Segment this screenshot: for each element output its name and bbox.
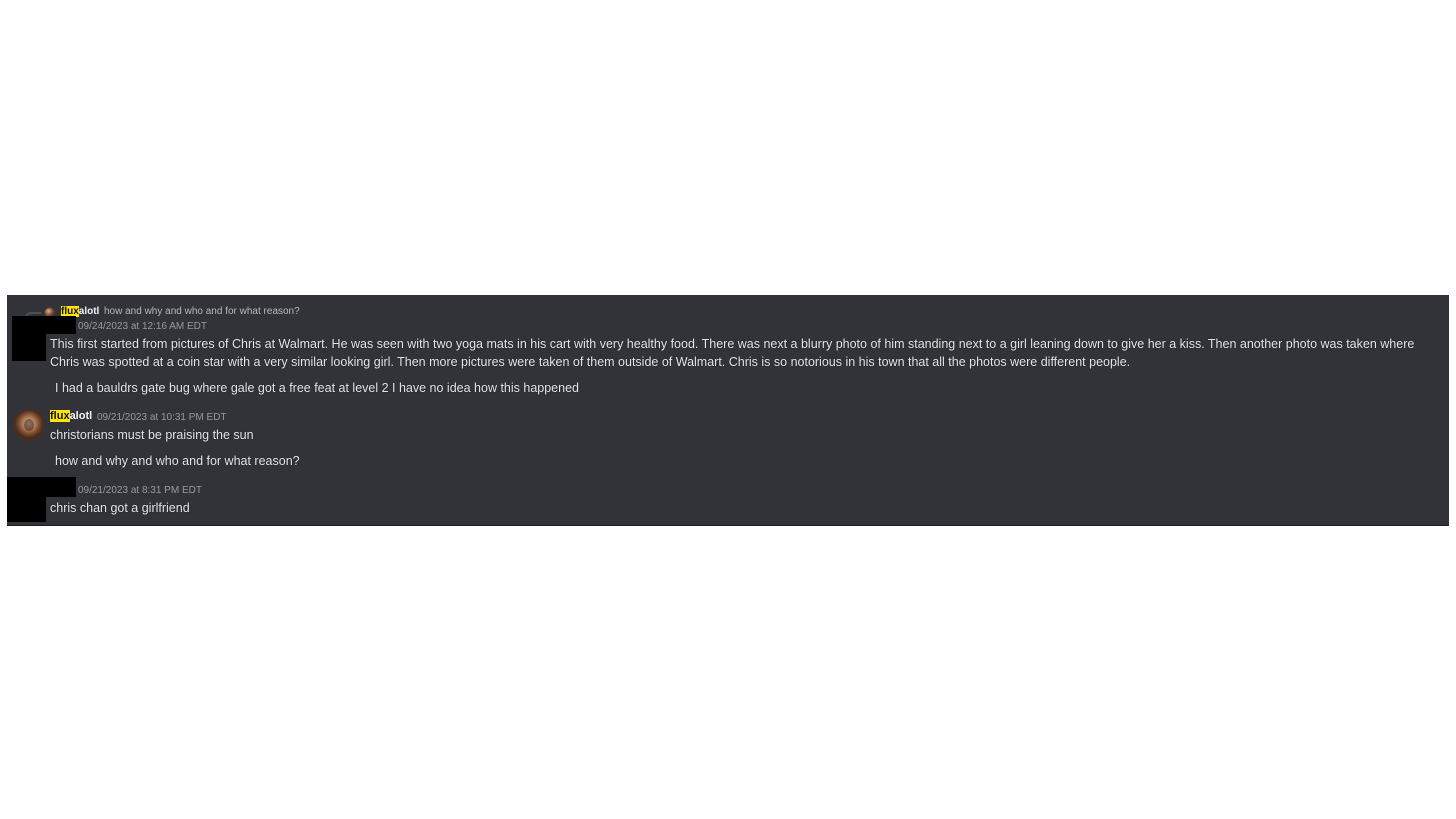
- message-followup-text: how and why and who and for what reason?: [55, 454, 300, 468]
- reply-username-rest: alotl: [78, 306, 100, 317]
- chat-message-list: fluxalotl how and why and who and for wh…: [7, 295, 1449, 526]
- redacted-username: [46, 316, 76, 334]
- message-text: This first started from pictures of Chri…: [50, 337, 1415, 369]
- message-text: christorians must be praising the sun: [50, 428, 254, 442]
- message-text: chris chan got a girlfriend: [50, 501, 190, 515]
- username-highlight: flux: [50, 410, 70, 422]
- message-timestamp: 09/21/2023 at 8:31 PM EDT: [78, 485, 202, 496]
- redacted-username: [46, 477, 76, 497]
- reply-preview-text[interactable]: how and why and who and for what reason?: [104, 306, 300, 318]
- redacted-avatar: [7, 477, 46, 522]
- username-rest: alotl: [69, 410, 93, 422]
- redacted-avatar: [12, 316, 46, 361]
- message-followup-text: I had a bauldrs gate bug where gale got …: [55, 381, 579, 395]
- message-timestamp: 09/21/2023 at 10:31 PM EDT: [97, 412, 227, 423]
- message-username[interactable]: fluxalotl: [50, 410, 92, 423]
- user-avatar[interactable]: [13, 409, 45, 441]
- message-timestamp: 09/24/2023 at 12:16 AM EDT: [78, 321, 207, 332]
